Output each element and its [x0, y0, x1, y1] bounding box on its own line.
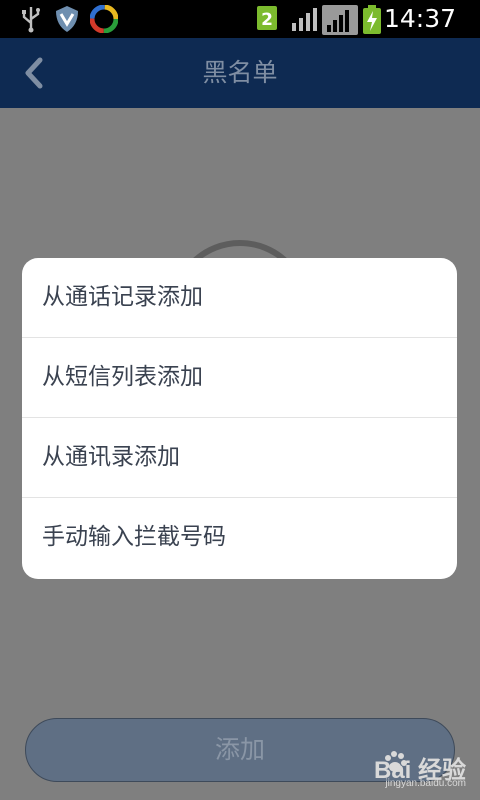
- shield-icon: [54, 5, 80, 37]
- app-bar: 黑名单: [0, 38, 480, 108]
- status-bar: 2 14:37: [0, 0, 480, 38]
- signal-icon: [322, 5, 358, 39]
- add-options-dialog: 从通话记录添加 从短信列表添加 从通讯录添加 手动输入拦截号码: [22, 258, 457, 579]
- menu-item-from-contacts[interactable]: 从通讯录添加: [22, 418, 457, 498]
- signal-icon: [290, 5, 320, 37]
- sim-label: 2: [261, 10, 273, 30]
- page-title: 黑名单: [202, 58, 278, 87]
- menu-item-manual-input[interactable]: 手动输入拦截号码: [22, 498, 457, 577]
- clock: 14:37: [383, 4, 456, 33]
- back-button[interactable]: [12, 50, 58, 96]
- swirl-app-icon: [89, 4, 119, 37]
- battery-charging-icon: [362, 5, 382, 39]
- menu-item-from-call-log[interactable]: 从通话记录添加: [22, 258, 457, 338]
- watermark: Bai 经验 jingyan.baidu.com: [346, 750, 466, 790]
- sim-2-icon: 2: [256, 5, 278, 37]
- watermark-url: jingyan.baidu.com: [385, 778, 466, 789]
- chevron-left-icon: [25, 57, 43, 89]
- usb-icon: [18, 5, 44, 37]
- menu-item-from-sms-list[interactable]: 从短信列表添加: [22, 338, 457, 418]
